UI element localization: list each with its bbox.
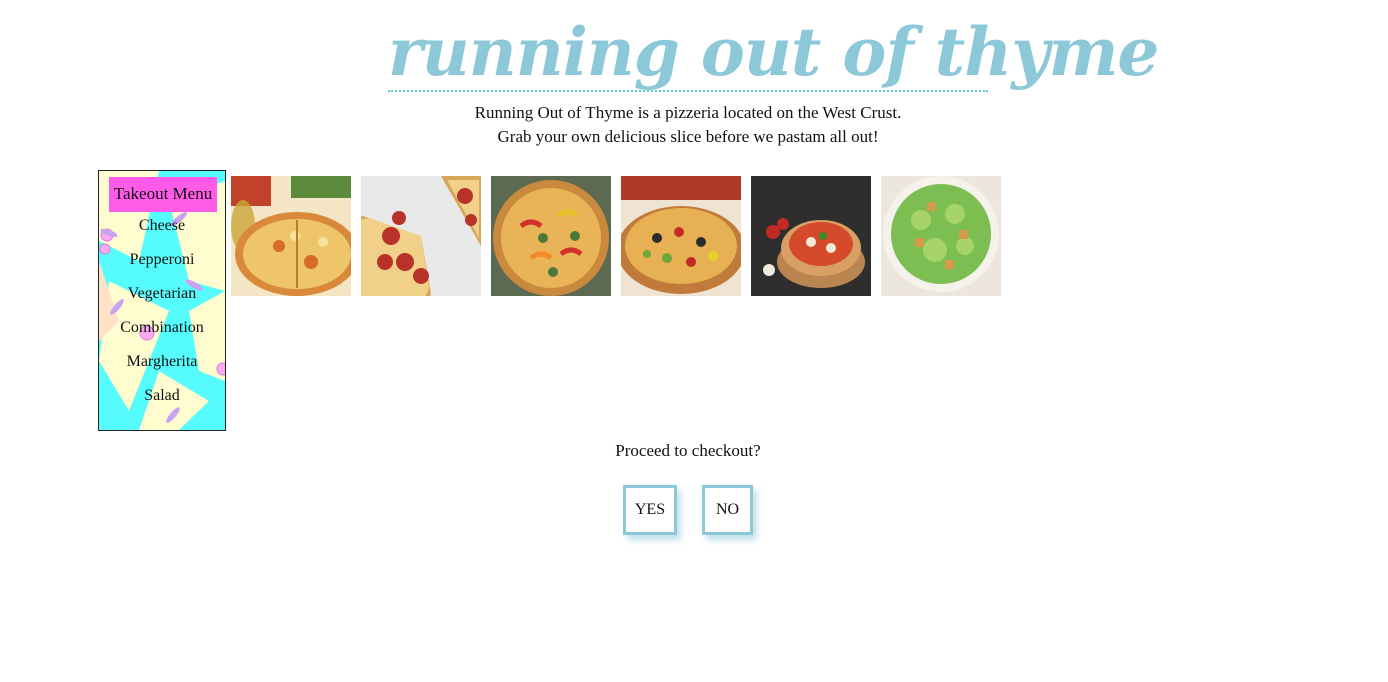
logo-underline [388,90,988,92]
intro-line-2: Grab your own delicious slice before we … [497,127,879,146]
vegetarian-pizza-image[interactable] [491,176,611,296]
intro-line-1: Running Out of Thyme is a pizzeria locat… [474,103,902,122]
menu-item-pepperoni[interactable]: Pepperoni [99,251,225,269]
menu-item-cheese[interactable]: Cheese [99,217,225,235]
takeout-menu: Takeout Menu Cheese Pepperoni Vegetarian… [98,170,226,431]
cheese-pizza-image[interactable] [231,176,351,296]
margherita-pizza-image[interactable] [751,176,871,296]
pepperoni-pizza-image[interactable] [361,176,481,296]
yes-button[interactable]: YES [623,485,677,535]
takeout-menu-title[interactable]: Takeout Menu [109,177,217,212]
menu-item-vegetarian[interactable]: Vegetarian [99,285,225,303]
menu-item-margherita[interactable]: Margherita [99,353,225,371]
salad-image[interactable] [881,176,1001,296]
combination-pizza-image[interactable] [621,176,741,296]
page: running out of thyme Running Out of Thym… [0,0,1388,682]
no-button[interactable]: NO [702,485,753,535]
site-logo: running out of thyme [388,13,1159,91]
menu-item-combination[interactable]: Combination [99,319,225,337]
menu-item-salad[interactable]: Salad [99,387,225,405]
checkout-question: Proceed to checkout? [615,441,761,460]
